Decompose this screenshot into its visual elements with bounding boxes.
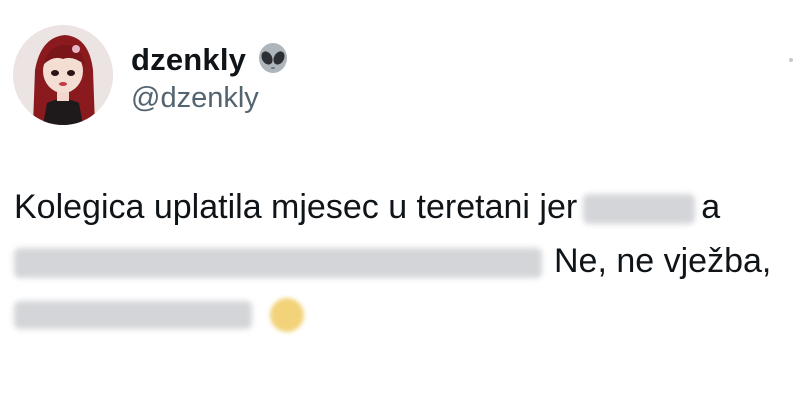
name-row: dzenkly: [131, 42, 290, 76]
display-name[interactable]: dzenkly: [131, 44, 246, 75]
tweet-text-line-2: Ne, ne vježba,: [14, 242, 772, 280]
avatar-image: [13, 25, 113, 125]
redacted-text-blur: [14, 248, 542, 279]
tweet-text-segment-end: a: [701, 188, 721, 226]
redacted-text-blur: [583, 194, 696, 225]
alien-emoji-icon: [256, 42, 290, 76]
blurred-emoji-icon: [270, 298, 304, 333]
redacted-text-blur: [14, 301, 252, 330]
tweet-text-segment: Ne, ne vježba,: [554, 242, 772, 280]
dot-icon: [789, 58, 793, 62]
tweet-text-line-1: Kolegica uplatila mjesec u teretani jer a: [14, 188, 721, 226]
tweet-text-line-3: [14, 296, 304, 333]
user-handle[interactable]: @dzenkly: [131, 84, 259, 113]
tweet-card: dzenkly @dzenkly Kolegica uplatila mjese…: [0, 0, 800, 409]
tweet-text-segment: Kolegica uplatila mjesec u teretani jer: [14, 188, 578, 226]
avatar[interactable]: [13, 25, 113, 125]
